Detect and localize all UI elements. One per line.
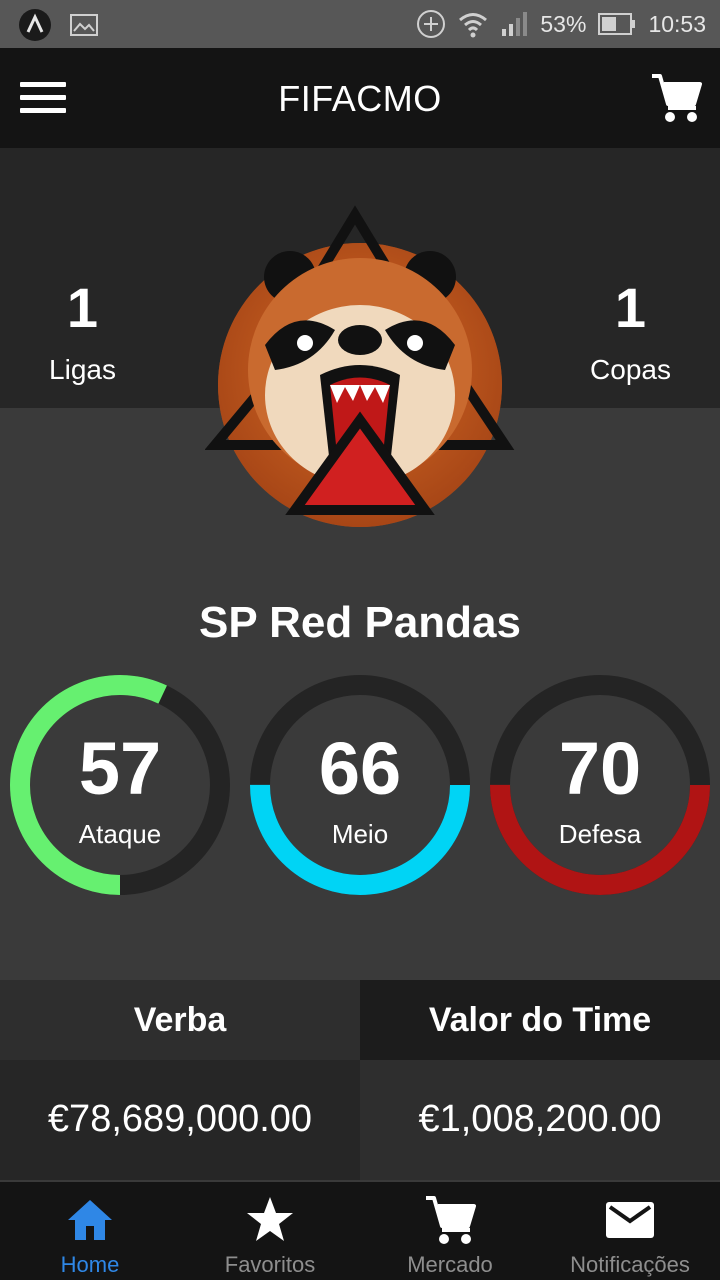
cups-stat: 1 Copas (548, 280, 713, 386)
cell-signal-icon (502, 12, 528, 36)
app-bar: FIFACMO (0, 48, 720, 148)
image-notification-icon (70, 14, 98, 36)
nav-market[interactable]: Mercado (360, 1182, 540, 1280)
cups-count: 1 (614, 276, 647, 339)
nav-notifications-label: Notificações (570, 1252, 690, 1277)
attack-value: 57 (78, 727, 162, 810)
team-value-header: Valor do Time (360, 980, 720, 1060)
nav-favorites[interactable]: Favoritos (180, 1182, 360, 1280)
bottom-navigation: Home Favoritos Mercado Notificações (0, 1180, 720, 1280)
clock: 10:53 (648, 10, 706, 37)
cups-label: Copas (590, 354, 671, 385)
leagues-count: 1 (66, 276, 99, 339)
midfield-label: Meio (331, 819, 389, 849)
defense-value: 70 (558, 727, 642, 810)
defense-gauge: 70 Defesa (489, 674, 711, 896)
mail-icon (606, 1202, 654, 1238)
battery-percent: 53% (540, 10, 587, 37)
nav-home[interactable]: Home (0, 1182, 180, 1280)
team-name: SP Red Pandas (199, 598, 521, 647)
home-icon (68, 1200, 112, 1240)
team-value: €1,008,200.00 (360, 1060, 720, 1180)
midfield-value: 66 (318, 727, 402, 810)
battery-icon (598, 13, 636, 35)
status-bar: 53% 10:53 (0, 0, 720, 48)
app-title: FIFACMO (278, 78, 442, 119)
cart-icon (426, 1196, 476, 1244)
budget-value: €78,689,000.00 (0, 1060, 360, 1180)
nav-home-label: Home (60, 1252, 120, 1277)
budget-header: Verba (0, 980, 360, 1060)
nav-notifications[interactable]: Notificações (540, 1182, 720, 1280)
team-logo (205, 205, 515, 527)
star-icon (247, 1197, 293, 1241)
attack-gauge: 57 Ataque (9, 674, 231, 896)
nav-favorites-label: Favoritos (224, 1252, 316, 1277)
nav-market-label: Mercado (407, 1252, 493, 1277)
cart-icon[interactable] (650, 72, 702, 124)
app-notification-icon (19, 9, 51, 41)
defense-label: Defesa (558, 819, 642, 849)
wifi-icon (459, 13, 488, 38)
attack-label: Ataque (78, 819, 162, 849)
leagues-label: Ligas (49, 354, 116, 385)
leagues-stat: 1 Ligas (0, 280, 165, 386)
data-saver-icon (417, 10, 446, 38)
midfield-gauge: 66 Meio (249, 674, 471, 896)
